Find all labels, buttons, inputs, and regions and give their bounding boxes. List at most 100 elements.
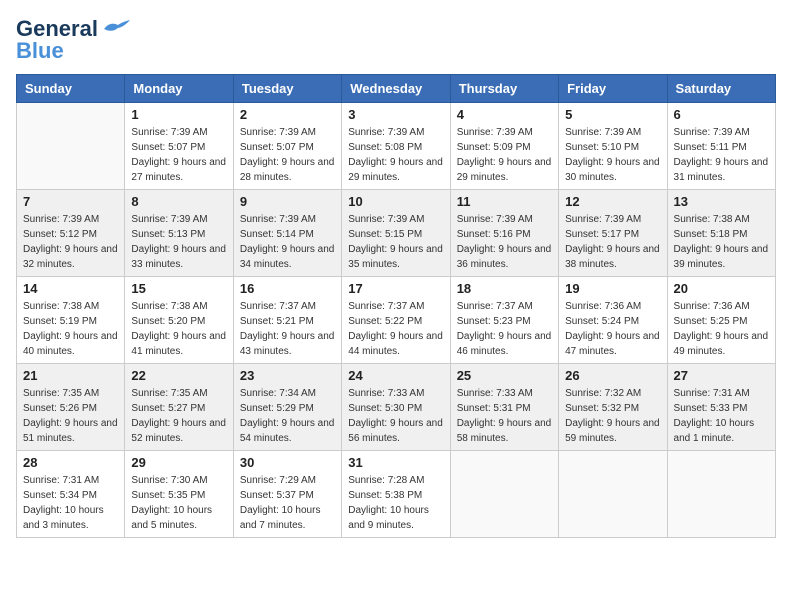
- daylight-text: Daylight: 9 hours and 51 minutes.: [23, 416, 118, 446]
- header-thursday: Thursday: [450, 75, 558, 103]
- day-detail: Sunrise: 7:29 AMSunset: 5:37 PMDaylight:…: [240, 473, 335, 533]
- sunset-text: Sunset: 5:10 PM: [565, 140, 660, 155]
- day-number: 13: [674, 194, 769, 209]
- sunset-text: Sunset: 5:27 PM: [131, 401, 226, 416]
- daylight-text: Daylight: 9 hours and 33 minutes.: [131, 242, 226, 272]
- day-detail: Sunrise: 7:37 AMSunset: 5:23 PMDaylight:…: [457, 299, 552, 359]
- day-detail: Sunrise: 7:39 AMSunset: 5:07 PMDaylight:…: [240, 125, 335, 185]
- sunrise-text: Sunrise: 7:39 AM: [565, 125, 660, 140]
- sunrise-text: Sunrise: 7:39 AM: [457, 125, 552, 140]
- day-number: 12: [565, 194, 660, 209]
- day-detail: Sunrise: 7:39 AMSunset: 5:13 PMDaylight:…: [131, 212, 226, 272]
- day-detail: Sunrise: 7:39 AMSunset: 5:09 PMDaylight:…: [457, 125, 552, 185]
- day-number: 19: [565, 281, 660, 296]
- day-cell: 1Sunrise: 7:39 AMSunset: 5:07 PMDaylight…: [125, 103, 233, 190]
- day-cell: 19Sunrise: 7:36 AMSunset: 5:24 PMDayligh…: [559, 277, 667, 364]
- day-number: 6: [674, 107, 769, 122]
- daylight-text: Daylight: 9 hours and 44 minutes.: [348, 329, 443, 359]
- day-detail: Sunrise: 7:31 AMSunset: 5:33 PMDaylight:…: [674, 386, 769, 446]
- day-cell: [17, 103, 125, 190]
- sunset-text: Sunset: 5:11 PM: [674, 140, 769, 155]
- day-cell: 29Sunrise: 7:30 AMSunset: 5:35 PMDayligh…: [125, 451, 233, 538]
- sunrise-text: Sunrise: 7:34 AM: [240, 386, 335, 401]
- sunset-text: Sunset: 5:25 PM: [674, 314, 769, 329]
- day-cell: [450, 451, 558, 538]
- sunrise-text: Sunrise: 7:37 AM: [457, 299, 552, 314]
- daylight-text: Daylight: 10 hours and 1 minute.: [674, 416, 769, 446]
- day-number: 22: [131, 368, 226, 383]
- sunrise-text: Sunrise: 7:36 AM: [565, 299, 660, 314]
- day-number: 11: [457, 194, 552, 209]
- sunrise-text: Sunrise: 7:38 AM: [23, 299, 118, 314]
- day-cell: 16 Sunrise: 7:37 AMSunset: 5:21 PMDayligh…: [233, 277, 341, 364]
- day-number: 20: [674, 281, 769, 296]
- daylight-text: Daylight: 9 hours and 56 minutes.: [348, 416, 443, 446]
- daylight-text: Daylight: 9 hours and 47 minutes.: [565, 329, 660, 359]
- sunset-text: Sunset: 5:13 PM: [131, 227, 226, 242]
- logo-bird-icon: [102, 19, 132, 39]
- day-cell: 30 Sunrise: 7:29 AMSunset: 5:37 PMDayligh…: [233, 451, 341, 538]
- sunrise-text: Sunrise: 7:39 AM: [674, 125, 769, 140]
- day-number: 8: [131, 194, 226, 209]
- logo-text-blue: Blue: [16, 38, 64, 64]
- day-detail: Sunrise: 7:39 AMSunset: 5:12 PMDaylight:…: [23, 212, 118, 272]
- day-cell: 14Sunrise: 7:38 AMSunset: 5:19 PMDayligh…: [17, 277, 125, 364]
- day-number: 17: [348, 281, 443, 296]
- daylight-text: Daylight: 10 hours and 9 minutes.: [348, 503, 443, 533]
- daylight-text: Daylight: 9 hours and 43 minutes.: [240, 329, 335, 359]
- day-number: 23: [240, 368, 335, 383]
- daylight-text: Daylight: 9 hours and 38 minutes.: [565, 242, 660, 272]
- day-detail: Sunrise: 7:38 AMSunset: 5:20 PMDaylight:…: [131, 299, 226, 359]
- daylight-text: Daylight: 9 hours and 40 minutes.: [23, 329, 118, 359]
- day-cell: 20Sunrise: 7:36 AMSunset: 5:25 PMDayligh…: [667, 277, 775, 364]
- sunrise-text: Sunrise: 7:36 AM: [674, 299, 769, 314]
- day-cell: 11Sunrise: 7:39 AMSunset: 5:16 PMDayligh…: [450, 190, 558, 277]
- daylight-text: Daylight: 9 hours and 29 minutes.: [348, 155, 443, 185]
- day-cell: 18Sunrise: 7:37 AMSunset: 5:23 PMDayligh…: [450, 277, 558, 364]
- day-number: 27: [674, 368, 769, 383]
- day-detail: Sunrise: 7:30 AMSunset: 5:35 PMDaylight:…: [131, 473, 226, 533]
- daylight-text: Daylight: 9 hours and 52 minutes.: [131, 416, 226, 446]
- day-number: 14: [23, 281, 118, 296]
- day-cell: 6 Sunrise: 7:39 AMSunset: 5:11 PMDaylight…: [667, 103, 775, 190]
- daylight-text: Daylight: 9 hours and 39 minutes.: [674, 242, 769, 272]
- day-cell: 3Sunrise: 7:39 AMSunset: 5:08 PMDaylight…: [342, 103, 450, 190]
- day-detail: Sunrise: 7:39 AMSunset: 5:17 PMDaylight:…: [565, 212, 660, 272]
- daylight-text: Daylight: 9 hours and 31 minutes.: [674, 155, 769, 185]
- sunrise-text: Sunrise: 7:39 AM: [240, 125, 335, 140]
- daylight-text: Daylight: 10 hours and 3 minutes.: [23, 503, 118, 533]
- day-number: 21: [23, 368, 118, 383]
- sunrise-text: Sunrise: 7:38 AM: [131, 299, 226, 314]
- day-cell: 9Sunrise: 7:39 AMSunset: 5:14 PMDaylight…: [233, 190, 341, 277]
- header-saturday: Saturday: [667, 75, 775, 103]
- daylight-text: Daylight: 9 hours and 29 minutes.: [457, 155, 552, 185]
- sunrise-text: Sunrise: 7:31 AM: [23, 473, 118, 488]
- day-detail: Sunrise: 7:31 AMSunset: 5:34 PMDaylight:…: [23, 473, 118, 533]
- sunset-text: Sunset: 5:09 PM: [457, 140, 552, 155]
- sunset-text: Sunset: 5:26 PM: [23, 401, 118, 416]
- day-cell: 25Sunrise: 7:33 AMSunset: 5:31 PMDayligh…: [450, 364, 558, 451]
- sunrise-text: Sunrise: 7:38 AM: [674, 212, 769, 227]
- page-header: General Blue: [16, 16, 776, 64]
- day-cell: 23 Sunrise: 7:34 AMSunset: 5:29 PMDayligh…: [233, 364, 341, 451]
- sunset-text: Sunset: 5:38 PM: [348, 488, 443, 503]
- sunrise-text: Sunrise: 7:39 AM: [23, 212, 118, 227]
- daylight-text: Daylight: 9 hours and 41 minutes.: [131, 329, 226, 359]
- day-number: 26: [565, 368, 660, 383]
- day-detail: Sunrise: 7:37 AMSunset: 5:21 PMDaylight:…: [240, 299, 335, 359]
- week-row-3: 14Sunrise: 7:38 AMSunset: 5:19 PMDayligh…: [17, 277, 776, 364]
- day-detail: Sunrise: 7:37 AMSunset: 5:22 PMDaylight:…: [348, 299, 443, 359]
- sunset-text: Sunset: 5:32 PM: [565, 401, 660, 416]
- week-row-5: 28Sunrise: 7:31 AMSunset: 5:34 PMDayligh…: [17, 451, 776, 538]
- day-number: 30: [240, 455, 335, 470]
- day-number: 1: [131, 107, 226, 122]
- sunrise-text: Sunrise: 7:30 AM: [131, 473, 226, 488]
- daylight-text: Daylight: 10 hours and 5 minutes.: [131, 503, 226, 533]
- daylight-text: Daylight: 9 hours and 35 minutes.: [348, 242, 443, 272]
- day-detail: Sunrise: 7:34 AMSunset: 5:29 PMDaylight:…: [240, 386, 335, 446]
- day-number: 16: [240, 281, 335, 296]
- sunset-text: Sunset: 5:31 PM: [457, 401, 552, 416]
- day-cell: 8 Sunrise: 7:39 AMSunset: 5:13 PMDaylight…: [125, 190, 233, 277]
- day-cell: 27 Sunrise: 7:31 AMSunset: 5:33 PMDayligh…: [667, 364, 775, 451]
- daylight-text: Daylight: 9 hours and 58 minutes.: [457, 416, 552, 446]
